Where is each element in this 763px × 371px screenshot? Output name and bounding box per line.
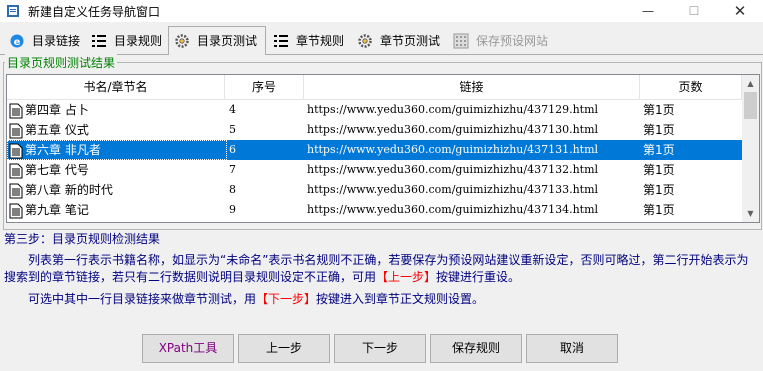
table-row[interactable]: 第九章 笔记 9 https://www.yedu360.com/guimizh…: [7, 200, 742, 220]
document-icon: [9, 123, 23, 138]
link-cell: https://www.yedu360.com/guimizhizhu/4371…: [307, 183, 599, 196]
table-row[interactable]: 第八章 新的时代 8 https://www.yedu360.com/guimi…: [7, 180, 742, 200]
document-icon: [9, 103, 23, 118]
info-text: 按键进行重设。: [436, 270, 521, 284]
chapter-name-cell: 第六章 非凡者: [7, 140, 227, 160]
tab-catalog-link[interactable]: e 目录链接: [4, 29, 84, 53]
tab-label: 章节规则: [296, 34, 345, 48]
pages-cell: 第1页: [643, 183, 675, 197]
step-title: 第三步：目录页规则检测结果: [4, 232, 161, 246]
info-paragraph-1: 列表第一行表示书籍名称，如显示为“未命名”表示书名规则不正确，若要保存为预设网站…: [4, 252, 756, 286]
chapter-name-cell: 第七章 代号: [7, 160, 227, 180]
list-icon: [274, 35, 288, 47]
pages-cell: 第1页: [643, 143, 675, 157]
column-header-name[interactable]: 书名/章节名: [7, 75, 225, 100]
document-icon: [9, 143, 23, 158]
scroll-up-arrow-icon[interactable]: ▲: [742, 75, 759, 92]
prev-step-hint: 【上一步】: [376, 270, 437, 284]
svg-text:e: e: [14, 37, 21, 48]
tab-label: 目录链接: [32, 34, 81, 48]
column-header-seq[interactable]: 序号: [225, 75, 304, 100]
seq-cell: 6: [229, 143, 236, 156]
chapter-name-cell: 第八章 新的时代: [7, 180, 227, 200]
chapter-name: 第八章 新的时代: [25, 183, 113, 197]
pages-cell: 第1页: [643, 203, 675, 217]
seq-cell: 8: [229, 183, 236, 196]
tab-save-preset-site[interactable]: 保存预设网站: [448, 29, 558, 53]
seq-cell: 5: [229, 123, 236, 136]
chapter-name-cell: 第四章 占卜: [7, 100, 227, 120]
table-row[interactable]: 第四章 占卜 4 https://www.yedu360.com/guimizh…: [7, 100, 742, 120]
close-button[interactable]: ✕: [717, 0, 763, 22]
grid-icon: [453, 33, 469, 49]
document-icon: [9, 163, 23, 178]
tab-label: 保存预设网站: [476, 34, 549, 48]
tab-catalog-rules[interactable]: 目录规则: [86, 29, 168, 53]
tab-chapter-rules[interactable]: 章节规则: [268, 29, 350, 53]
group-title: 目录页规则测试结果: [5, 54, 118, 71]
tab-label: 章节页测试: [380, 34, 441, 48]
chapter-name: 第五章 仪式: [25, 123, 89, 137]
window-title: 新建自定义任务导航窗口: [28, 5, 161, 19]
results-list[interactable]: 书名/章节名 序号 链接 页数 第四章 占卜 4 https://www.yed…: [6, 74, 760, 223]
minimize-button[interactable]: —: [625, 0, 671, 22]
xpath-tool-button[interactable]: XPath工具: [142, 334, 234, 363]
table-row[interactable]: 第七章 代号 7 https://www.yedu360.com/guimizh…: [7, 160, 742, 180]
tab-label: 目录页测试: [197, 34, 258, 48]
list-icon: [92, 35, 106, 47]
pages-cell: 第1页: [643, 163, 675, 177]
ie-icon: e: [10, 34, 24, 48]
pages-cell: 第1页: [643, 103, 675, 117]
scroll-down-arrow-icon[interactable]: ▼: [742, 205, 759, 222]
link-cell: https://www.yedu360.com/guimizhizhu/4371…: [307, 163, 599, 176]
gear-icon: [358, 34, 372, 48]
seq-cell: 4: [229, 103, 236, 116]
chapter-name-cell: 第五章 仪式: [7, 120, 227, 140]
tab-catalog-test[interactable]: 目录页测试: [168, 26, 266, 55]
title-bar: 新建自定义任务导航窗口 — ☐ ✕: [0, 0, 763, 22]
column-header-pages[interactable]: 页数: [640, 75, 742, 100]
gear-icon: [175, 34, 189, 48]
table-row-selected[interactable]: 第六章 非凡者 6 https://www.yedu360.com/guimiz…: [7, 140, 742, 160]
next-step-button[interactable]: 下一步: [334, 334, 426, 363]
tab-strip: e 目录链接 目录规则 目录页测试 章节规则 章节页测试 保存预设网站: [0, 26, 763, 55]
prev-step-button[interactable]: 上一步: [238, 334, 330, 363]
save-rules-button[interactable]: 保存规则: [430, 334, 522, 363]
chapter-name-cell: 第九章 笔记: [7, 200, 227, 220]
info-panel: 第三步：目录页规则检测结果 列表第一行表示书籍名称，如显示为“未命名”表示书名规…: [0, 230, 763, 312]
vertical-scrollbar[interactable]: ▲ ▼: [742, 75, 759, 222]
link-cell: https://www.yedu360.com/guimizhizhu/4371…: [307, 103, 599, 116]
chapter-name: 第四章 占卜: [25, 103, 89, 117]
seq-cell: 7: [229, 163, 236, 176]
table-row[interactable]: 第五章 仪式 5 https://www.yedu360.com/guimizh…: [7, 120, 742, 140]
tab-label: 目录规则: [114, 34, 163, 48]
maximize-button[interactable]: ☐: [671, 0, 717, 22]
cancel-button[interactable]: 取消: [526, 334, 618, 363]
next-step-hint: 【下一步】: [256, 292, 317, 306]
chapter-name: 第七章 代号: [25, 163, 89, 177]
info-paragraph-2: 可选中其中一行目录链接来做章节测试，用【下一步】按键进入到章节正文规则设置。: [4, 290, 756, 308]
document-icon: [9, 203, 23, 218]
column-header-link[interactable]: 链接: [304, 75, 640, 100]
chapter-name: 第六章 非凡者: [25, 143, 101, 157]
seq-cell: 9: [229, 203, 236, 216]
document-icon: [9, 183, 23, 198]
info-text: 按键进入到章节正文规则设置。: [316, 292, 485, 306]
pages-cell: 第1页: [643, 123, 675, 137]
app-icon: [7, 5, 19, 17]
chapter-name: 第九章 笔记: [25, 203, 89, 217]
link-cell: https://www.yedu360.com/guimizhizhu/4371…: [307, 143, 599, 156]
link-cell: https://www.yedu360.com/guimizhizhu/4371…: [307, 123, 599, 136]
info-text: 可选中其中一行目录链接来做章节测试，用: [28, 292, 257, 306]
tab-chapter-test[interactable]: 章节页测试: [352, 29, 446, 53]
scroll-thumb[interactable]: [744, 92, 757, 119]
link-cell: https://www.yedu360.com/guimizhizhu/4371…: [307, 203, 599, 216]
